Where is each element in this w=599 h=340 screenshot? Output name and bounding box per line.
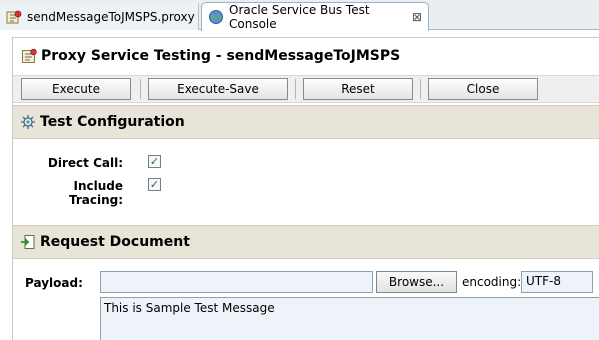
proxy-file-icon — [6, 9, 22, 25]
proxy-service-icon — [21, 48, 37, 64]
request-document-title: Request Document — [40, 234, 190, 250]
page-title: Proxy Service Testing - sendMessageToJMS… — [41, 48, 401, 64]
action-toolbar: Execute Execute-Save Reset Close — [13, 75, 599, 103]
encoding-label: encoding: — [462, 275, 522, 289]
globe-icon — [208, 9, 224, 25]
close-button[interactable]: Close — [428, 78, 538, 100]
encoding-input[interactable]: UTF-8 — [521, 271, 593, 293]
editor-tab-strip: sendMessageToJMSPS.proxy Oracle Service … — [0, 0, 599, 31]
direct-call-label: Direct Call: — [47, 156, 123, 170]
toolbar-separator — [420, 79, 421, 99]
test-configuration-header[interactable]: Test Configuration — [13, 105, 599, 139]
test-configuration-title: Test Configuration — [40, 114, 185, 130]
toolbar-separator — [140, 79, 141, 99]
tab-proxy-file-label: sendMessageToJMSPS.proxy — [27, 9, 195, 24]
test-console-panel: Proxy Service Testing - sendMessageToJMS… — [12, 37, 599, 340]
tab-proxy-file[interactable]: sendMessageToJMSPS.proxy — [0, 3, 199, 30]
page-header: Proxy Service Testing - sendMessageToJMS… — [13, 38, 599, 74]
include-tracing-label: Include Tracing: — [68, 179, 123, 207]
payload-label: Payload: — [25, 276, 83, 290]
payload-file-input[interactable] — [100, 271, 373, 293]
close-tab-icon[interactable]: ⊠ — [412, 10, 422, 24]
import-document-icon — [20, 234, 36, 250]
execute-button[interactable]: Execute — [21, 78, 131, 100]
gear-bug-icon — [20, 114, 36, 130]
tab-test-console[interactable]: Oracle Service Bus Test Console ⊠ — [201, 2, 429, 31]
browse-button[interactable]: Browse... — [376, 271, 457, 293]
tab-test-console-label: Oracle Service Bus Test Console — [229, 3, 370, 31]
reset-button[interactable]: Reset — [303, 78, 413, 100]
include-tracing-checkbox[interactable]: ✓ — [148, 178, 161, 191]
payload-textarea[interactable]: This is Sample Test Message — [100, 297, 599, 340]
execute-save-button[interactable]: Execute-Save — [148, 78, 288, 100]
request-document-header[interactable]: Request Document — [13, 225, 599, 259]
toolbar-separator — [295, 79, 296, 99]
direct-call-checkbox[interactable]: ✓ — [148, 155, 161, 168]
